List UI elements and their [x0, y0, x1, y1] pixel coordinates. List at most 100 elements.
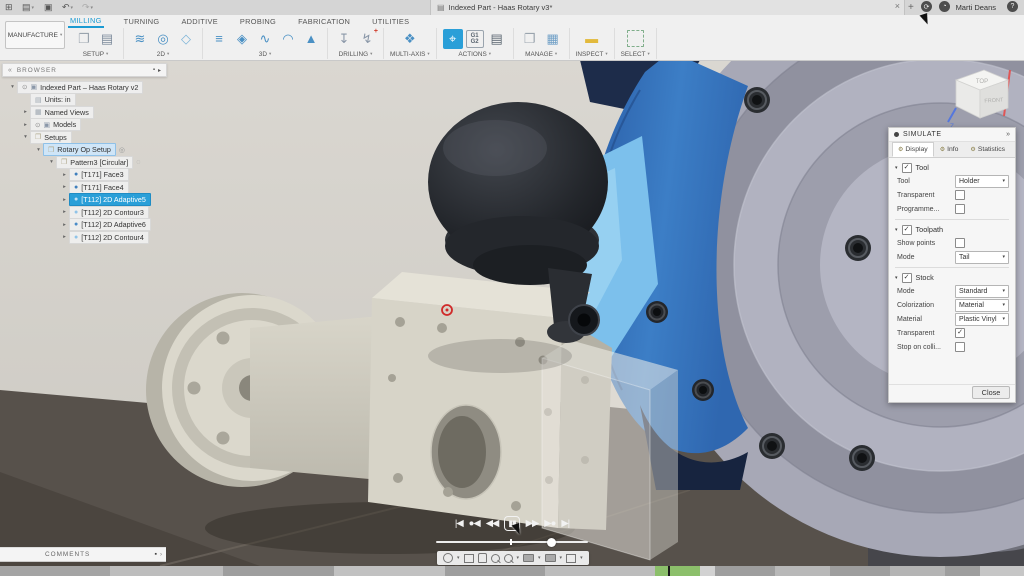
tree-item[interactable]: ❐Pattern3 [Circular] [56, 156, 133, 169]
timeline-segment[interactable] [445, 566, 545, 576]
timeline-segment[interactable] [110, 566, 223, 576]
timeline-segment[interactable] [655, 566, 700, 576]
panel-expand-icon[interactable]: ▸ [158, 67, 161, 74]
notifications-icon[interactable]: ◔ [939, 1, 950, 12]
simulate-tab-display[interactable]: ⚙Display [892, 142, 934, 157]
toolpath-mode-select[interactable]: Tail▾ [955, 251, 1009, 264]
tree-row[interactable]: ▸●[T171] Face4 [2, 181, 167, 194]
document-tab[interactable]: ▤ Indexed Part - Haas Rotary v3* × [430, 0, 905, 15]
disclosure-arrow[interactable]: ▾ [8, 84, 17, 90]
timeline-segment[interactable] [945, 566, 980, 576]
app-grid-icon[interactable]: ⊞ [5, 0, 13, 15]
simulation-slider[interactable] [436, 541, 588, 543]
tree-item[interactable]: ●[T171] Face4 [69, 181, 129, 194]
programmed-checkbox[interactable] [955, 204, 965, 214]
visibility-eye-icon[interactable]: ⊙ [35, 121, 40, 129]
timeline-segment[interactable] [980, 566, 1024, 576]
tool-library-icon[interactable]: ❐ [520, 29, 540, 49]
go-to-end-button[interactable]: ▶| [561, 518, 569, 529]
dropdown-caret[interactable]: ▾ [517, 555, 520, 561]
orbit-icon[interactable] [443, 553, 453, 563]
save-icon[interactable]: ▣ [44, 0, 53, 15]
play-to-next-button[interactable]: ▶● [544, 518, 555, 529]
new-setup-icon[interactable]: ❐ [74, 29, 94, 49]
go-to-start-button[interactable]: |◀ [455, 518, 463, 529]
panel-menu-icon[interactable]: ▪ [153, 67, 155, 73]
3d-spiral-icon[interactable]: ▲ [301, 29, 321, 49]
tab-utilities[interactable]: UTILITIES [370, 17, 411, 26]
slider-handle[interactable] [547, 538, 556, 547]
setup-sheet-icon[interactable]: ▤ [487, 29, 507, 49]
comments-bar[interactable]: COMMENTS ▪ › [0, 547, 166, 562]
tree-row[interactable]: ▾⊙▣Indexed Part – Haas Rotary v2 [2, 81, 167, 94]
tab-probing[interactable]: PROBING [238, 17, 278, 26]
disclosure-arrow[interactable]: ▸ [60, 172, 69, 178]
dropdown-caret[interactable]: ▾ [457, 555, 460, 561]
new-tab-icon[interactable]: + [908, 0, 914, 15]
stock-mode-select[interactable]: Standard▾ [955, 285, 1009, 298]
2d-pocket-icon[interactable]: ◎ [153, 29, 173, 49]
simulate-icon[interactable]: ⌖ [443, 29, 463, 49]
drill-icon[interactable]: ↧ [334, 29, 354, 49]
zoom-icon[interactable] [491, 554, 500, 563]
tree-row[interactable]: ▸⊙▣Models [2, 119, 167, 132]
tool-select[interactable]: Holder▾ [955, 175, 1009, 188]
tab-milling[interactable]: MILLING [68, 16, 104, 28]
display-settings-icon[interactable] [523, 554, 534, 562]
tree-row[interactable]: ▾❐Pattern3 [Circular]◌ [2, 156, 167, 169]
tree-item[interactable]: ●[T112] 2D Adaptive5 [69, 193, 151, 206]
collapse-panel-icon[interactable]: « [8, 67, 12, 74]
toolpath-section-header[interactable]: ▾ ✓ Toolpath [895, 223, 1009, 236]
nc-program-icon[interactable]: ▤ [97, 29, 117, 49]
timeline-segment[interactable] [0, 566, 110, 576]
tree-item[interactable]: ●[T112] 2D Contour4 [69, 231, 149, 244]
simulate-tab-info[interactable]: ⚙Info [934, 142, 965, 157]
toolpath-section-checkbox[interactable]: ✓ [902, 225, 912, 235]
tree-row[interactable]: ▾❐Setups [2, 131, 167, 144]
tab-fabrication[interactable]: FABRICATION [296, 17, 352, 26]
tree-item[interactable]: ▦Named Views [30, 106, 94, 119]
timeline-segment[interactable] [830, 566, 890, 576]
3d-scallop-icon[interactable]: ◠ [278, 29, 298, 49]
disclosure-arrow[interactable]: ▸ [21, 122, 30, 128]
tree-row[interactable]: ▸●[T112] 2D Contour3 [2, 206, 167, 219]
file-menu-icon[interactable]: ▤▾ [22, 0, 34, 15]
face-icon[interactable]: ◇ [176, 29, 196, 49]
undo-icon[interactable]: ↶▾ [62, 0, 73, 15]
show-points-checkbox[interactable] [955, 238, 965, 248]
disclosure-arrow[interactable]: ▸ [60, 234, 69, 240]
material-select[interactable]: Plastic Vinyl▾ [955, 313, 1009, 326]
2d-adaptive-icon[interactable]: ≋ [130, 29, 150, 49]
viewports-icon[interactable] [566, 554, 576, 563]
disclosure-arrow[interactable]: ▾ [21, 134, 30, 140]
fit-icon[interactable] [504, 554, 513, 563]
grid-settings-icon[interactable] [545, 554, 556, 562]
disclosure-arrow[interactable]: ▸ [60, 197, 69, 203]
tap-icon[interactable]: ↯+ [357, 29, 377, 49]
close-tab-icon[interactable]: × [895, 1, 900, 11]
tree-item[interactable]: ❐Rotary Op Setup [43, 143, 116, 156]
stock-transparent-checkbox[interactable]: ✓ [955, 328, 965, 338]
tree-item[interactable]: ❐Setups [30, 131, 72, 144]
measure-icon[interactable]: ▬ [582, 29, 602, 49]
tab-turning[interactable]: TURNING [122, 17, 162, 26]
tree-row[interactable]: ▤Units: in [2, 94, 167, 107]
simulate-header[interactable]: SIMULATE » [889, 128, 1015, 142]
comments-expand-icon[interactable]: › [160, 552, 162, 558]
post-process-icon[interactable]: G1G2 [466, 30, 484, 48]
3d-pocket-icon[interactable]: ◈ [232, 29, 252, 49]
dropdown-caret[interactable]: ▾ [538, 555, 541, 561]
stock-section-checkbox[interactable]: ✓ [902, 273, 912, 283]
video-timeline[interactable] [0, 566, 1024, 576]
play-back-previous-button[interactable]: ●◀ [469, 518, 480, 529]
close-button[interactable]: Close [972, 386, 1010, 399]
disclosure-arrow[interactable]: ▸ [21, 109, 30, 115]
tree-row[interactable]: ▾❐Rotary Op Setup◎ [2, 144, 167, 157]
view-cube[interactable]: TOP FRONT Z [946, 62, 1018, 130]
tree-row[interactable]: ▸●[T112] 2D Adaptive6 [2, 219, 167, 232]
disclosure-arrow[interactable]: ▸ [60, 222, 69, 228]
stock-section-header[interactable]: ▾ ✓ Stock [895, 271, 1009, 284]
multi-axis-icon[interactable]: ❖ [400, 29, 420, 49]
workspace-selector[interactable]: MANUFACTURE▾ [5, 21, 65, 49]
job-status-icon[interactable]: ⟳ [921, 1, 932, 12]
